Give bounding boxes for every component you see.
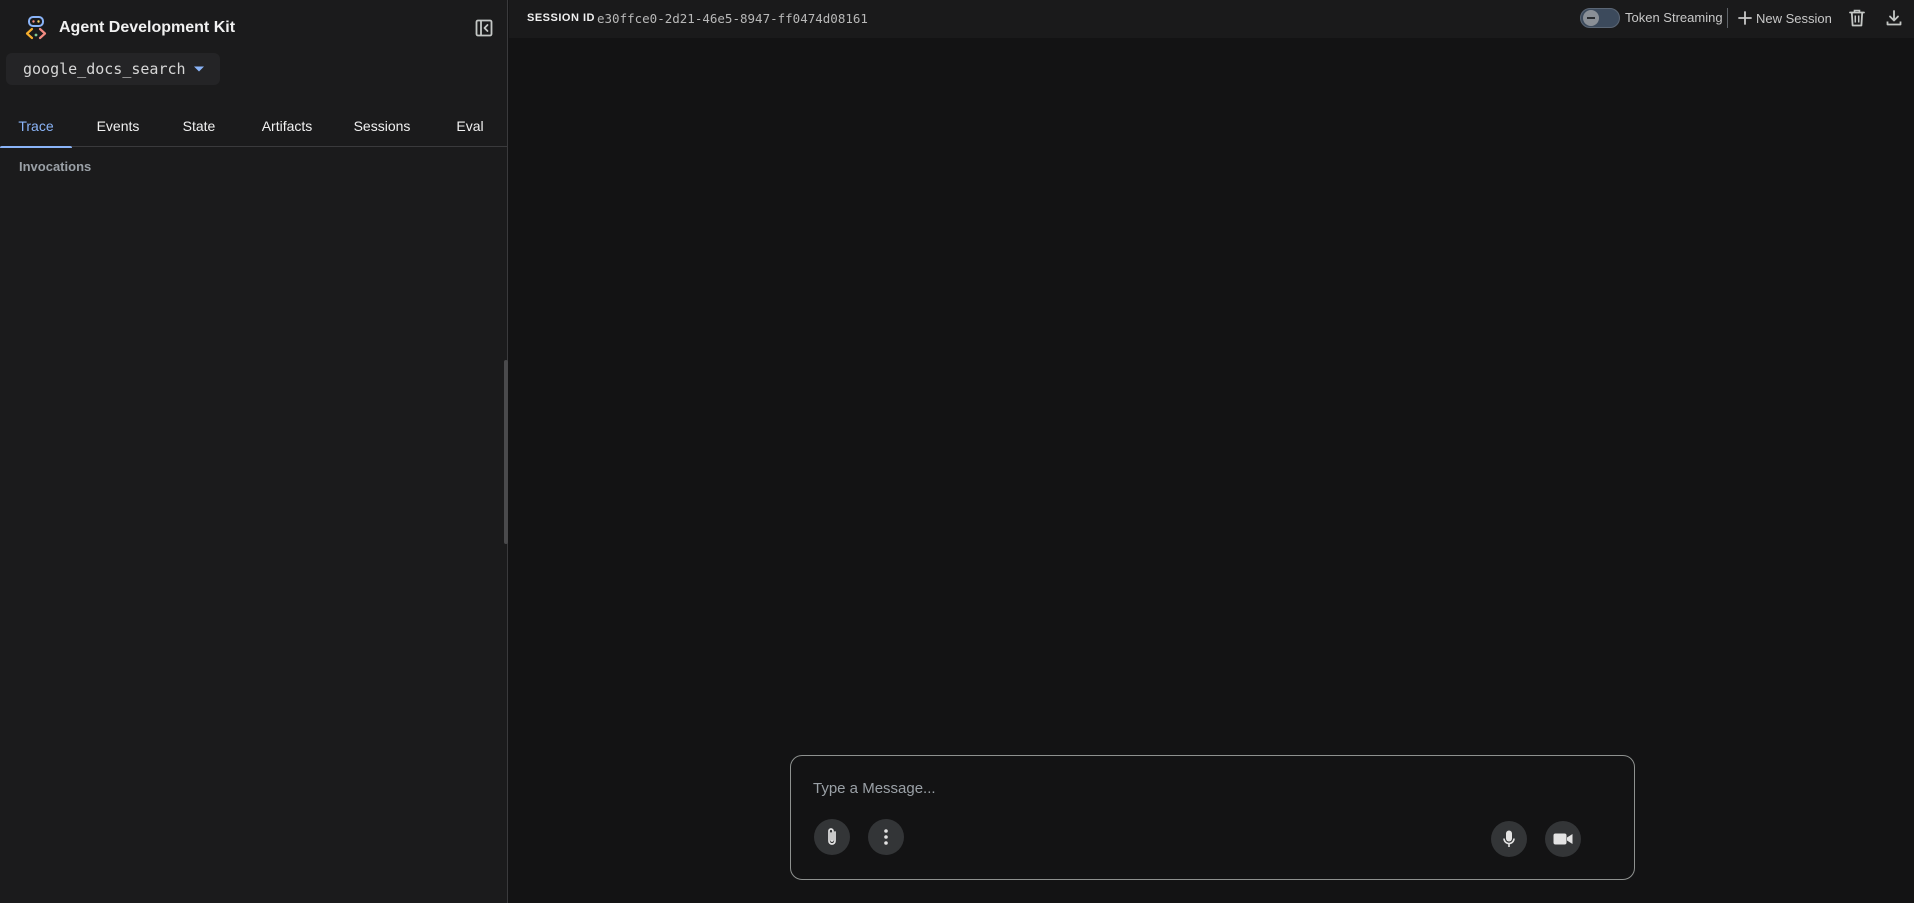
tab-events[interactable]: Events <box>80 104 156 147</box>
agent-select[interactable]: google_docs_search <box>6 53 220 85</box>
message-composer <box>790 755 1635 880</box>
token-streaming-toggle[interactable] <box>1580 8 1620 28</box>
adk-logo-icon <box>25 16 47 40</box>
session-id-label: SESSION ID <box>527 12 595 24</box>
tab-eval[interactable]: Eval <box>440 104 500 147</box>
attach-icon <box>828 828 836 845</box>
top-bar: SESSION ID e30ffce0-2d21-46e5-8947-ff047… <box>509 0 1914 38</box>
collapse-sidebar-icon <box>475 19 493 37</box>
more-vert-icon <box>884 829 888 845</box>
more-options-button[interactable] <box>868 819 904 855</box>
tab-trace[interactable]: Trace <box>0 104 72 148</box>
video-button[interactable] <box>1545 821 1581 857</box>
download-session-button[interactable] <box>1882 6 1906 30</box>
microphone-button[interactable] <box>1491 821 1527 857</box>
sidebar-tabs: Trace Events State Artifacts Sessions Ev… <box>0 104 508 148</box>
tab-sessions[interactable]: Sessions <box>342 104 422 147</box>
message-input[interactable] <box>813 776 1593 800</box>
brand: Agent Development Kit <box>22 14 235 42</box>
app-root: Agent Development Kit google_docs_search… <box>0 0 1914 903</box>
mic-icon <box>1503 830 1515 847</box>
new-session-label: New Session <box>1756 10 1832 26</box>
tab-state[interactable]: State <box>164 104 234 147</box>
sidebar-scrollbar[interactable] <box>504 360 508 544</box>
tab-artifacts[interactable]: Artifacts <box>246 104 328 147</box>
caret-down-icon <box>194 66 204 72</box>
topbar-divider <box>1727 8 1728 28</box>
app-title: Agent Development Kit <box>59 19 236 36</box>
new-session-button[interactable]: New Session <box>1738 8 1832 28</box>
session-id-value: e30ffce0-2d21-46e5-8947-ff0474d08161 <box>597 11 868 26</box>
videocam-icon <box>1553 833 1573 845</box>
collapse-sidebar-button[interactable] <box>472 16 496 40</box>
download-icon <box>1886 10 1902 26</box>
toggle-knob <box>1583 10 1599 26</box>
attach-button[interactable] <box>814 819 850 855</box>
token-streaming-label: Token Streaming <box>1625 10 1723 25</box>
agent-select-value: google_docs_search <box>23 60 186 78</box>
delete-session-button[interactable] <box>1845 6 1869 30</box>
plus-icon <box>1738 11 1752 25</box>
invocations-title: Invocations <box>19 159 92 174</box>
sidebar: Agent Development Kit google_docs_search… <box>0 0 508 903</box>
trash-icon <box>1849 9 1865 27</box>
